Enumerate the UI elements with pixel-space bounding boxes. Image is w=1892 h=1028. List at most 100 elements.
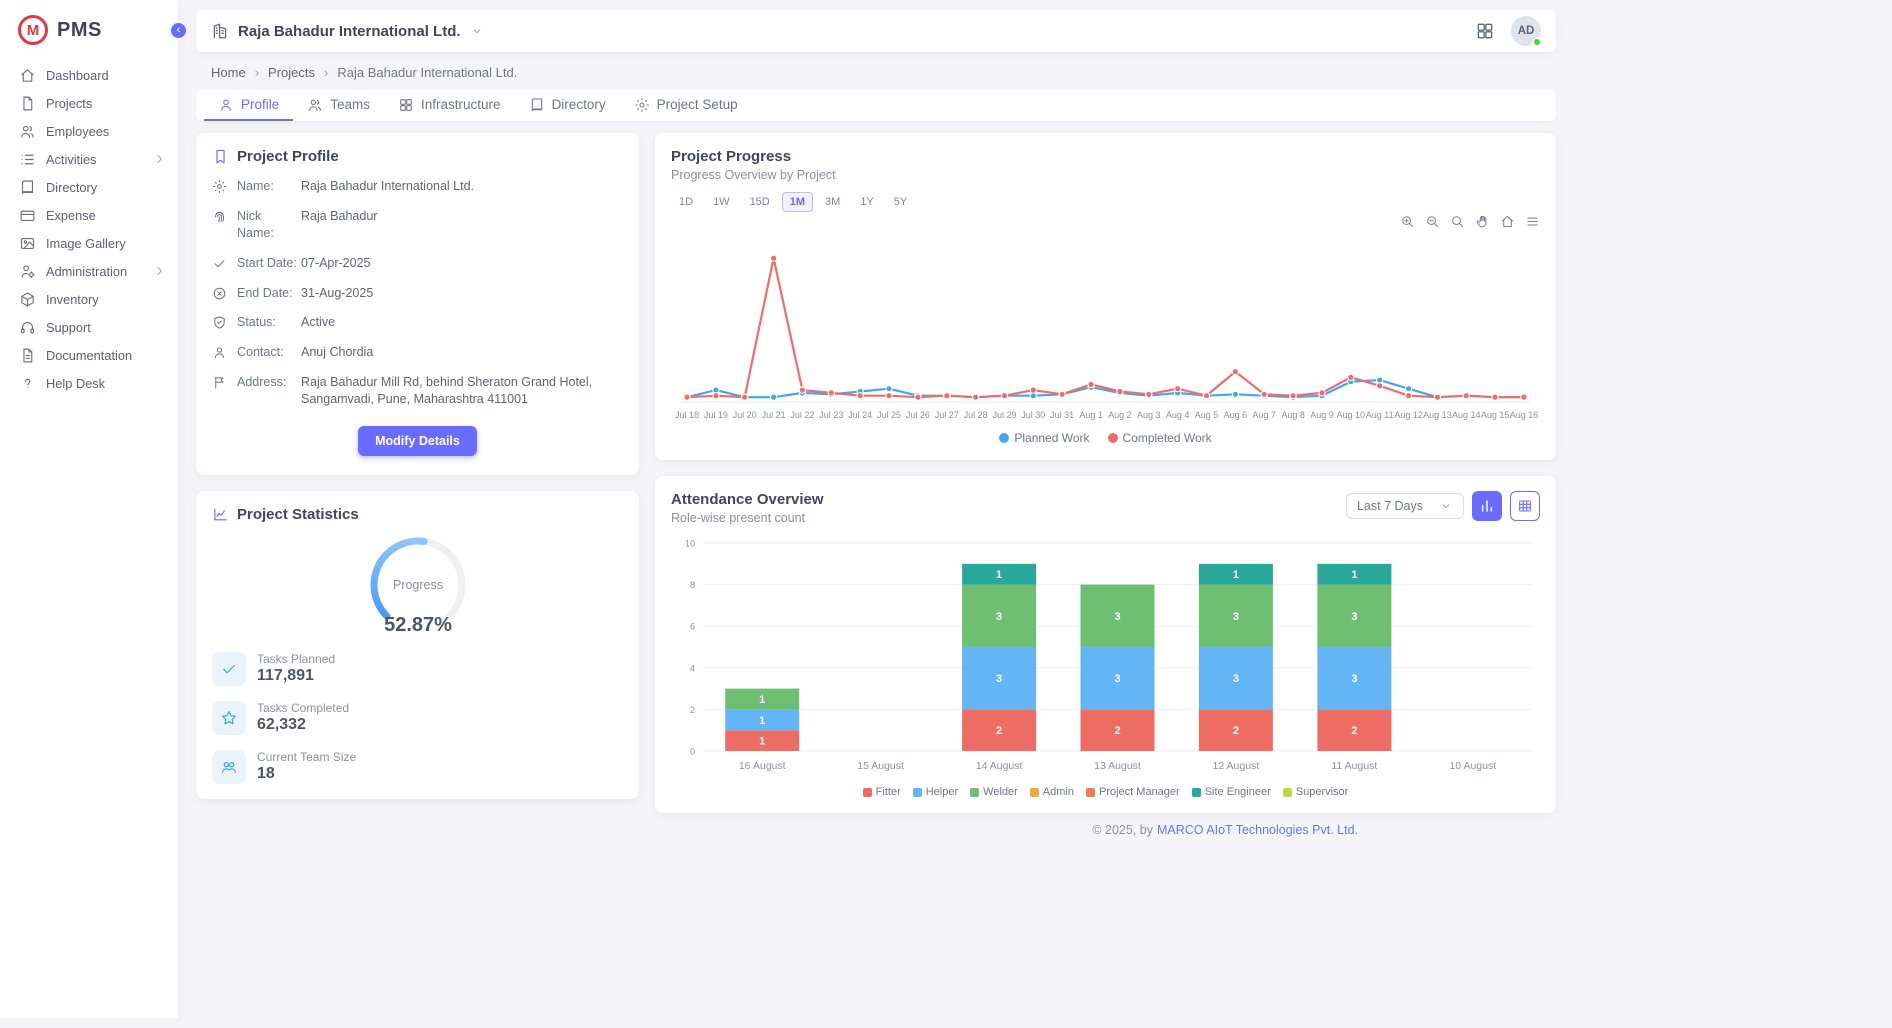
svg-text:Aug 5: Aug 5 [1195,410,1219,420]
zoom-out-icon[interactable] [1425,214,1440,229]
svg-text:1: 1 [759,715,765,727]
progress-gauge: Progress 52.87% [212,531,623,637]
breadcrumb: Home›Projects›Raja Bahadur International… [211,65,1554,80]
svg-text:16 August: 16 August [739,760,786,772]
app-name: PMS [57,19,102,42]
legend-item[interactable]: Completed Work [1108,431,1212,445]
table-view-button[interactable] [1510,491,1540,521]
legend-item[interactable]: Project Manager [1086,786,1180,798]
svg-text:10: 10 [685,539,695,549]
grid-icon[interactable] [1475,21,1495,41]
chevron-right-icon [152,152,166,166]
stat-icon-box [212,701,246,735]
field-value: Anuj Chordia [301,344,623,361]
date-range-select[interactable]: Last 7 Days [1346,493,1464,519]
tab-project-setup[interactable]: Project Setup [620,90,752,121]
svg-text:Aug 4: Aug 4 [1166,410,1190,420]
profile-field: Status: Active [212,314,623,331]
field-value: Raja Bahadur [301,208,623,242]
field-label: Status: [237,314,301,331]
svg-text:Aug 16: Aug 16 [1510,410,1539,420]
svg-text:0: 0 [690,747,695,757]
sidebar-item-documentation[interactable]: Documentation [0,341,178,369]
legend-item[interactable]: Supervisor [1283,786,1349,798]
legend-item[interactable]: Planned Work [999,431,1089,445]
legend-item[interactable]: Fitter [863,786,901,798]
stat-value: 18 [257,765,356,783]
card-icon [19,207,36,224]
sidebar-item-inventory[interactable]: Inventory [0,285,178,313]
app-logo[interactable]: M PMS [0,0,178,61]
attendance-overview-card: Attendance Overview Role-wise present co… [655,476,1556,813]
legend-item[interactable]: Helper [913,786,958,798]
profile-fields: Name: Raja Bahadur International Ltd. Ni… [212,178,623,408]
view-toggle-buttons [1472,491,1540,521]
range-1w-button[interactable]: 1W [705,192,738,212]
range-15d-button[interactable]: 15D [742,192,778,212]
sidebar-item-label: Documentation [46,348,132,363]
pan-icon[interactable] [1475,214,1490,229]
field-value: Active [301,314,623,331]
company-selector[interactable]: Raja Bahadur International Ltd. [211,22,484,40]
sidebar-item-administration[interactable]: Administration [0,257,178,285]
attendance-bar-chart[interactable]: 024681011116 August15 August233114 Augus… [671,531,1540,779]
avatar-initials: AD [1518,25,1535,37]
tab-profile[interactable]: Profile [204,90,293,121]
field-label: End Date: [237,285,301,302]
field-value: 31-Aug-2025 [301,285,623,302]
chart-toolbar [671,214,1540,230]
legend-item[interactable]: Admin [1030,786,1074,798]
home-icon[interactable] [1500,214,1515,229]
field-value: 07-Apr-2025 [301,255,623,272]
range-1m-button[interactable]: 1M [782,192,813,212]
svg-text:3: 3 [1351,673,1357,685]
bar-chart-view-button[interactable] [1472,491,1502,521]
tab-teams[interactable]: Teams [293,90,384,121]
tab-bar: Profile Teams Infrastructure Directory P… [196,90,1556,121]
menu-icon[interactable] [1525,214,1540,229]
stat-icon-box [212,750,246,784]
svg-text:Jul 30: Jul 30 [1021,410,1045,420]
help-icon [19,375,36,392]
breadcrumb-item[interactable]: Home [211,65,246,80]
user-avatar[interactable]: AD [1511,16,1541,46]
range-1d-button[interactable]: 1D [671,192,701,212]
sidebar-collapse-button[interactable]: ‹ [169,21,188,40]
tab-directory[interactable]: Directory [515,90,620,121]
profile-field: Address: Raja Bahadur Mill Rd, behind Sh… [212,374,623,408]
modify-details-button[interactable]: Modify Details [358,426,477,456]
range-1y-button[interactable]: 1Y [852,192,881,212]
selection-zoom-icon[interactable] [1450,214,1465,229]
star-icon [220,709,238,727]
sidebar-item-directory[interactable]: Directory [0,173,178,201]
sidebar-item-dashboard[interactable]: Dashboard [0,61,178,89]
svg-text:Jul 29: Jul 29 [992,410,1016,420]
sidebar-item-image-gallery[interactable]: Image Gallery [0,229,178,257]
range-5y-button[interactable]: 5Y [886,192,915,212]
svg-text:Aug 14: Aug 14 [1452,410,1481,420]
tab-infrastructure[interactable]: Infrastructure [384,90,515,121]
legend-item[interactable]: Welder [970,786,1018,798]
field-label: Nick Name: [237,208,301,242]
attendance-chart-legend: Fitter Helper Welder Admin Project Manager Si… [671,786,1540,798]
footer-company-link[interactable]: MARCO AIoT Technologies Pvt. Ltd. [1157,823,1358,837]
sidebar-item-employees[interactable]: Employees [0,117,178,145]
users-icon [19,123,36,140]
zoom-in-icon[interactable] [1400,214,1415,229]
range-3m-button[interactable]: 3M [817,192,848,212]
sidebar-item-help-desk[interactable]: Help Desk [0,369,178,397]
breadcrumb-item[interactable]: Projects [268,65,315,80]
svg-text:Jul 25: Jul 25 [877,410,901,420]
sidebar-item-activities[interactable]: Activities [0,145,178,173]
legend-item[interactable]: Site Engineer [1192,786,1271,798]
sidebar-item-expense[interactable]: Expense [0,201,178,229]
sidebar-item-label: Help Desk [46,376,105,391]
svg-text:Aug 7: Aug 7 [1252,410,1276,420]
sidebar-item-label: Image Gallery [46,236,126,251]
profile-field: End Date: 31-Aug-2025 [212,285,623,302]
sidebar-item-projects[interactable]: Projects [0,89,178,117]
sidebar-item-support[interactable]: Support [0,313,178,341]
right-column: Project Progress Progress Overview by Pr… [655,133,1556,813]
svg-text:Aug 13: Aug 13 [1423,410,1452,420]
progress-line-chart[interactable]: Jul 18Jul 19Jul 20Jul 21Jul 22Jul 23Jul … [671,230,1540,426]
